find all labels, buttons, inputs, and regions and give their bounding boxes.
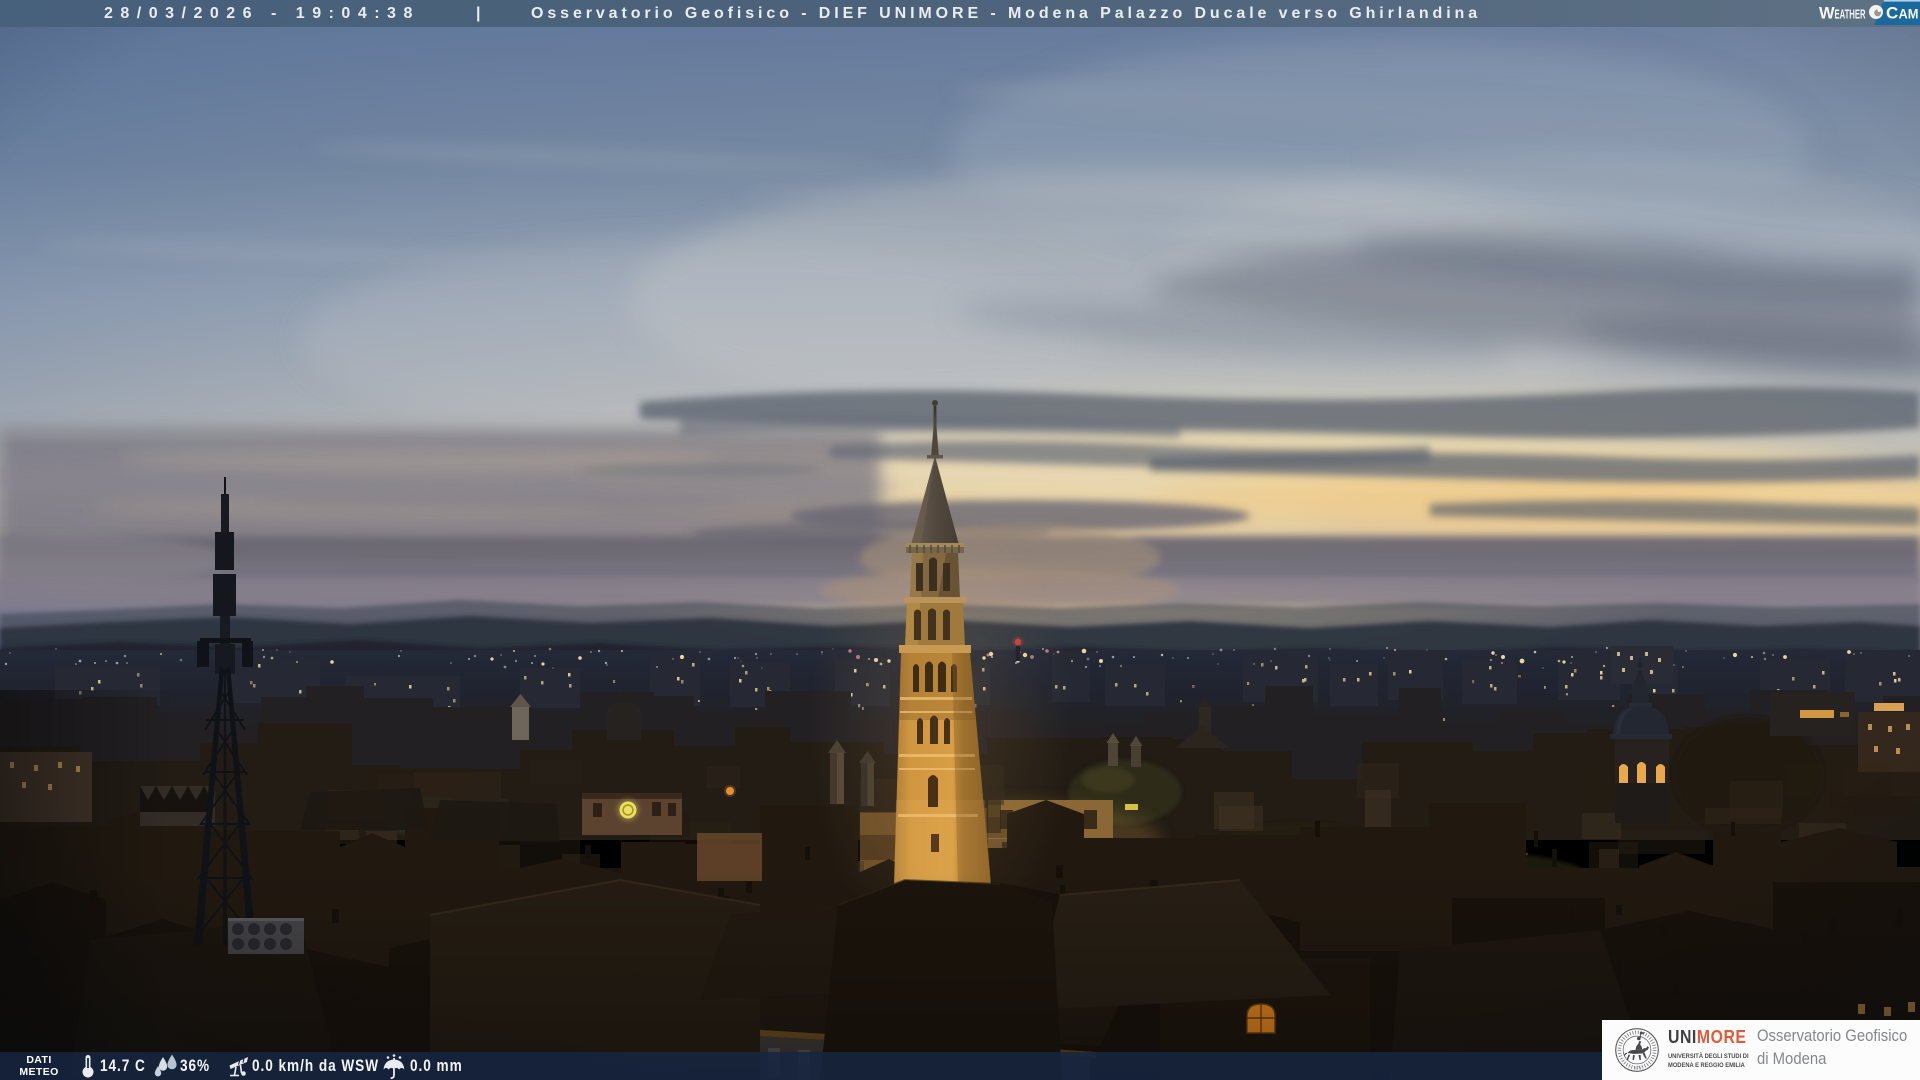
svg-text:EATHER: EATHER (1835, 8, 1866, 22)
svg-text:C: C (1886, 4, 1898, 23)
svg-text:W: W (1819, 5, 1835, 23)
svg-text:1175: 1175 (1633, 1066, 1641, 1071)
svg-text:AM: AM (1899, 7, 1919, 22)
